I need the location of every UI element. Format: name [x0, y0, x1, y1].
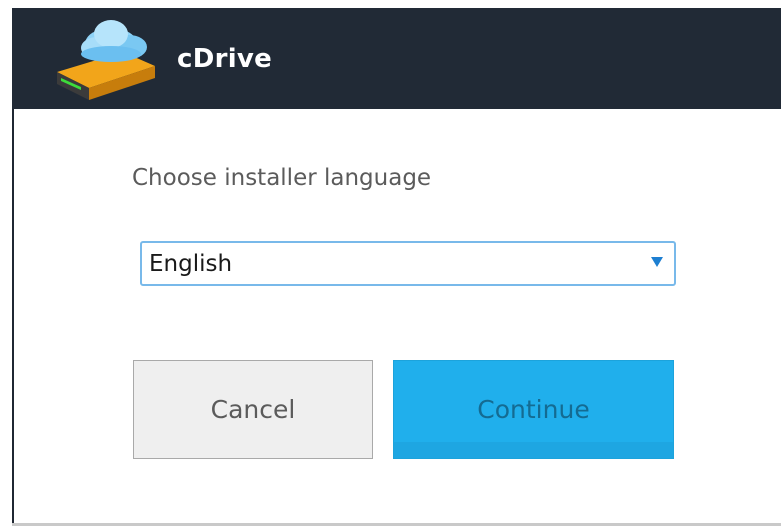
cancel-button-label: Cancel [210, 395, 296, 424]
title-bar: cDrive [12, 8, 781, 109]
continue-button-shade [394, 442, 673, 458]
window-left-edge [12, 108, 14, 526]
continue-button[interactable]: Continue [393, 360, 674, 459]
continue-button-label: Continue [477, 395, 590, 424]
language-prompt: Choose installer language [132, 165, 432, 191]
installer-window: cDrive Choose installer language English… [0, 0, 781, 526]
triangle-down-icon [651, 257, 663, 267]
window-title: cDrive [177, 44, 273, 74]
language-select-value: English [149, 251, 233, 277]
language-select[interactable]: English [140, 241, 676, 286]
cdrive-cloud-drive-icon [57, 20, 155, 100]
cancel-button[interactable]: Cancel [133, 360, 373, 459]
